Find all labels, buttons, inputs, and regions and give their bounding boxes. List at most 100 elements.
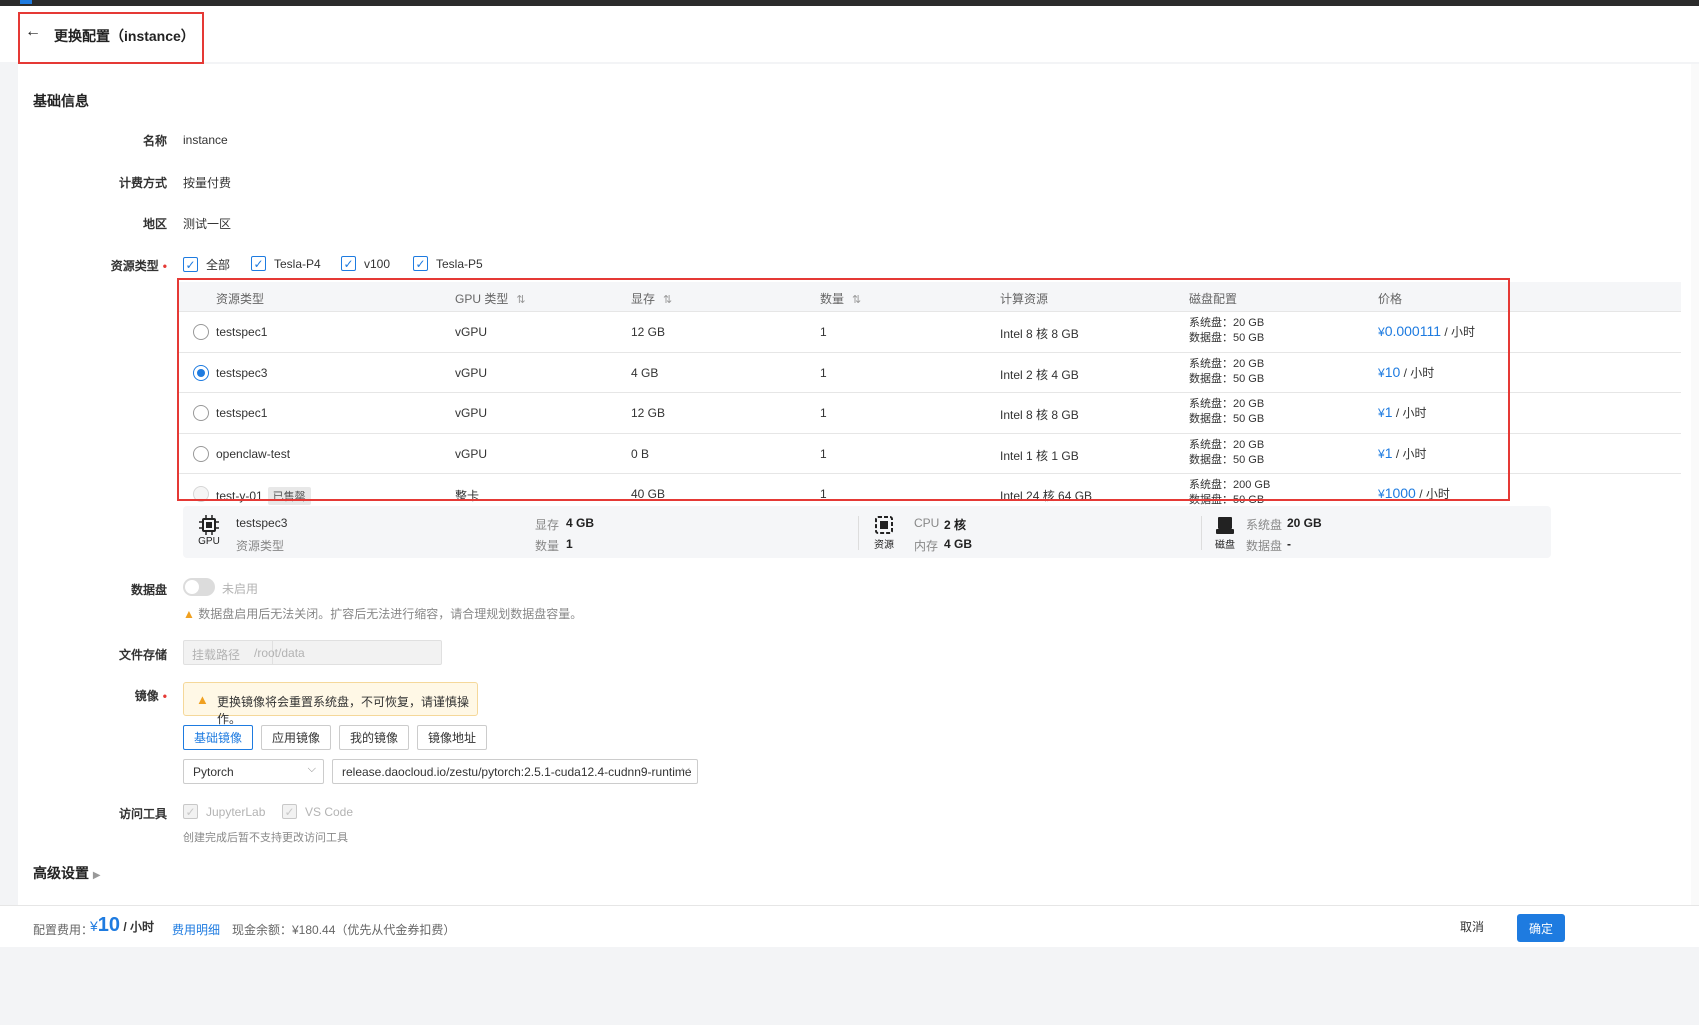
- row-price: ¥1 / 小时: [1378, 444, 1427, 461]
- col-gpu-type[interactable]: GPU 类型 ⇅: [455, 290, 526, 307]
- sold-out-badge: 已售罄: [267, 487, 311, 505]
- page-title: 更换配置（instance）: [54, 28, 195, 44]
- sort-icon[interactable]: ⇅: [516, 294, 525, 306]
- row-radio[interactable]: [193, 445, 209, 462]
- row-disk: 系统盘：20 GB 数据盘：50 GB: [1189, 357, 1265, 385]
- access-tools-hint: 创建完成后暂不支持更改访问工具: [183, 832, 348, 844]
- summary-cpu-label: CPU: [914, 516, 940, 530]
- summary-data-label: 数据盘: [1246, 539, 1283, 553]
- filter-tesla-p5-checkbox[interactable]: ✓ Tesla-P5: [413, 256, 483, 271]
- gpu-icon: GPU: [198, 514, 220, 547]
- checkbox-checked-icon: ✓: [413, 256, 428, 271]
- summary-mem-label: 内存: [914, 539, 939, 553]
- row-disk: 系统盘：20 GB 数据盘：50 GB: [1189, 438, 1265, 466]
- fee-price: ¥10 / 小时: [90, 914, 155, 936]
- data-disk-toggle[interactable]: [183, 578, 215, 596]
- row-radio[interactable]: [193, 324, 209, 340]
- checkbox-checked-icon: ✓: [183, 804, 198, 819]
- checkbox-checked-icon: ✓: [282, 804, 297, 819]
- row-gpu-type: vGPU: [455, 406, 488, 420]
- row-price: ¥0.000111 / 小时: [1378, 323, 1476, 339]
- summary-vram-label: 显存: [535, 518, 560, 532]
- row-vram: 40 GB: [631, 487, 666, 501]
- vscode-checkbox: ✓ VS Code: [282, 804, 353, 819]
- scrollbar[interactable]: [1691, 64, 1699, 964]
- data-disk-warning: ▲ 数据盘启用后无法关闭。扩容后无法进行缩容，请合理规划数据盘容量。: [183, 607, 583, 621]
- row-compute: Intel 2 核 4 GB: [1000, 367, 1079, 382]
- row-radio-selected[interactable]: [193, 364, 209, 381]
- row-count: 1: [820, 406, 827, 420]
- filter-v100-checkbox[interactable]: ✓ v100: [341, 256, 390, 271]
- resource-type-label: 资源类型 •: [67, 257, 167, 274]
- row-name: testspec1: [216, 406, 268, 420]
- required-mark: •: [162, 689, 167, 703]
- image-url-select[interactable]: release.daocloud.io/zestu/pytorch:2.5.1-…: [332, 759, 698, 784]
- sort-icon[interactable]: ⇅: [852, 294, 861, 306]
- row-vram: 4 GB: [631, 365, 659, 380]
- fee-detail-link[interactable]: 费用明细: [172, 921, 220, 938]
- summary-data-value: -: [1287, 537, 1291, 551]
- bottom-area: [0, 947, 1699, 1025]
- row-count: 1: [820, 365, 827, 380]
- row-price: ¥1 / 小时: [1378, 404, 1427, 420]
- spec-summary: GPU testspec3 资源类型 显存 4 GB 数量 1 资源 CPU 2…: [183, 506, 1551, 558]
- advanced-settings-toggle[interactable]: 高级设置 ▶: [33, 863, 101, 883]
- confirm-button[interactable]: 确定: [1517, 914, 1565, 942]
- billing-label: 计费方式: [118, 176, 167, 190]
- mount-path-key: 挂载路径: [192, 648, 241, 662]
- col-resource-type: 资源类型: [216, 292, 265, 306]
- row-name: openclaw-test: [216, 446, 291, 461]
- tab-image-address[interactable]: 镜像地址: [417, 725, 487, 750]
- tab-my-image[interactable]: 我的镜像: [339, 725, 409, 750]
- mount-path-value: /root/data: [254, 646, 305, 660]
- summary-count-label: 数量: [535, 539, 560, 553]
- framework-select[interactable]: Pytorch ⌵: [183, 759, 324, 784]
- summary-count-value: 1: [566, 537, 573, 551]
- region-value: 测试一区: [183, 217, 232, 231]
- data-disk-toggle-text: 未启用: [222, 582, 259, 596]
- arrow-left-icon[interactable]: ←: [25, 23, 41, 41]
- image-label: 镜像 •: [67, 687, 167, 704]
- row-disk: 系统盘：20 GB 数据盘：50 GB: [1189, 398, 1265, 425]
- filter-label: Tesla-P4: [274, 256, 321, 271]
- row-radio[interactable]: [193, 405, 209, 421]
- col-vram[interactable]: 显存 ⇅: [631, 290, 672, 307]
- section-title-basic: 基础信息: [33, 93, 89, 109]
- filter-all-checkbox[interactable]: ✓ 全部: [183, 256, 230, 273]
- checkbox-checked-icon: ✓: [341, 256, 356, 271]
- row-gpu-type: vGPU: [455, 365, 488, 380]
- tab-app-image[interactable]: 应用镜像: [261, 725, 331, 750]
- image-label-text: 镜像: [134, 689, 159, 703]
- table-row[interactable]: testspec1 vGPU 12 GB 1 Intel 8 核 8 GB 系统…: [177, 312, 1681, 353]
- row-vram: 12 GB: [631, 406, 666, 420]
- disk-icon: 磁盘: [1214, 514, 1236, 551]
- row-compute: Intel 8 核 8 GB: [1000, 408, 1079, 422]
- billing-value: 按量付费: [183, 176, 232, 190]
- caret-right-icon: ▶: [92, 870, 101, 881]
- table-row[interactable]: openclaw-test vGPU 0 B 1 Intel 1 核 1 GB …: [177, 434, 1681, 474]
- row-name: testspec3: [216, 365, 268, 380]
- filter-label: 全部: [206, 258, 231, 272]
- name-value: instance: [183, 133, 228, 147]
- row-vram: 12 GB: [631, 325, 666, 339]
- summary-mem-value: 4 GB: [944, 537, 973, 551]
- name-label: 名称: [142, 134, 167, 148]
- row-compute: Intel 24 核 64 GB: [1000, 489, 1093, 503]
- table-row[interactable]: testspec3 vGPU 4 GB 1 Intel 2 核 4 GB 系统盘…: [177, 353, 1681, 393]
- access-tools-label: 访问工具: [118, 807, 167, 821]
- filter-label: Tesla-P5: [436, 256, 483, 271]
- warning-icon: ▲: [183, 607, 195, 621]
- summary-cpu-value: 2 核: [944, 518, 967, 532]
- filter-tesla-p4-checkbox[interactable]: ✓ Tesla-P4: [251, 256, 321, 271]
- table-row[interactable]: testspec1 vGPU 12 GB 1 Intel 8 核 8 GB 系统…: [177, 393, 1681, 434]
- checkbox-checked-icon: ✓: [251, 256, 266, 271]
- row-count: 1: [820, 487, 827, 501]
- region-label: 地区: [142, 217, 167, 231]
- top-accent: [20, 0, 32, 4]
- table-header: 资源类型 GPU 类型 ⇅ 显存 ⇅ 数量 ⇅ 计算资源 磁盘配置 价格: [177, 282, 1681, 312]
- sort-icon[interactable]: ⇅: [663, 294, 672, 306]
- cancel-button[interactable]: 取消: [1460, 918, 1484, 935]
- col-count[interactable]: 数量 ⇅: [820, 290, 861, 307]
- row-gpu-type: vGPU: [455, 325, 488, 339]
- tab-base-image[interactable]: 基础镜像: [183, 725, 253, 750]
